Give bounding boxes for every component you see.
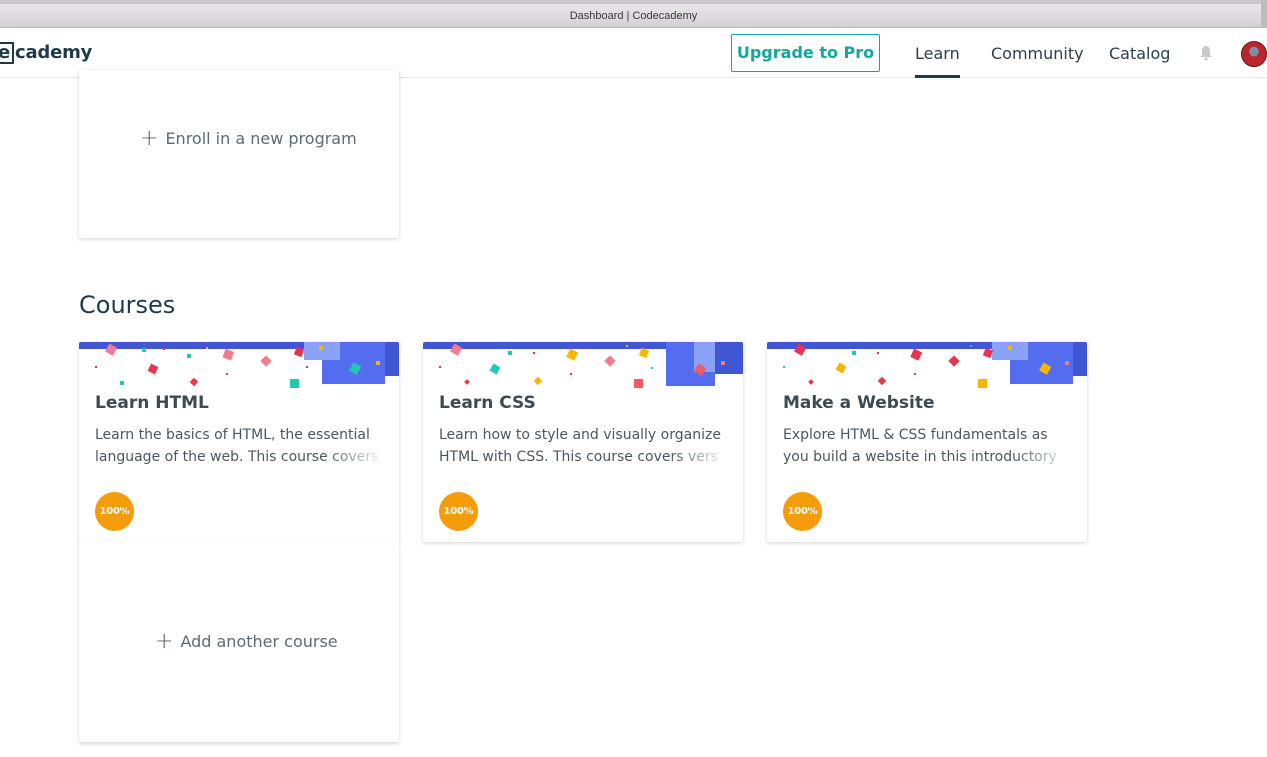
add-course-card[interactable]: + Add another course [79,541,399,742]
course-description: Learn how to style and visually organize… [439,424,729,470]
enroll-program-card[interactable]: + Enroll in a new program [79,70,399,238]
logo-box: e [0,42,15,64]
logo-text: cademy [15,42,93,63]
progress-badge: 100% [439,492,478,531]
course-description: Learn the basics of HTML, the essential … [95,424,385,470]
course-title[interactable]: Make a Website [783,393,935,413]
window-edge [1261,0,1267,28]
confetti-banner [79,342,399,388]
window-title: Dashboard | Codecademy [569,10,698,22]
avatar[interactable] [1241,41,1267,67]
course-title[interactable]: Learn HTML [95,393,209,413]
add-course-label: Add another course [180,632,338,651]
bell-icon[interactable] [1199,45,1213,61]
nav-catalog[interactable]: Catalog [1109,44,1170,63]
nav-learn[interactable]: Learn [915,44,960,78]
window-title-bar: Dashboard | Codecademy [0,0,1267,28]
progress-badge: 100% [783,492,822,531]
upgrade-to-pro-button[interactable]: Upgrade to Pro [731,34,880,72]
confetti-banner [423,342,743,388]
course-card-learn-html[interactable]: Learn HTML Learn the basics of HTML, the… [79,342,399,542]
plus-icon: + [140,125,159,151]
progress-badge: 100% [95,492,134,531]
course-card-make-a-website[interactable]: Make a Website Explore HTML & CSS fundam… [767,342,1087,542]
codecademy-logo[interactable]: e cademy [0,42,92,64]
course-title[interactable]: Learn CSS [439,393,536,413]
add-course-link[interactable]: + Add another course [155,628,338,654]
course-card-learn-css[interactable]: Learn CSS Learn how to style and visuall… [423,342,743,542]
courses-heading: Courses [79,291,176,319]
nav-community[interactable]: Community [991,44,1084,63]
enroll-program-link[interactable]: + Enroll in a new program [140,125,357,151]
enroll-program-label: Enroll in a new program [165,129,357,148]
confetti-banner [767,342,1087,388]
plus-icon: + [155,628,174,654]
course-description: Explore HTML & CSS fundamentals as you b… [783,424,1073,470]
